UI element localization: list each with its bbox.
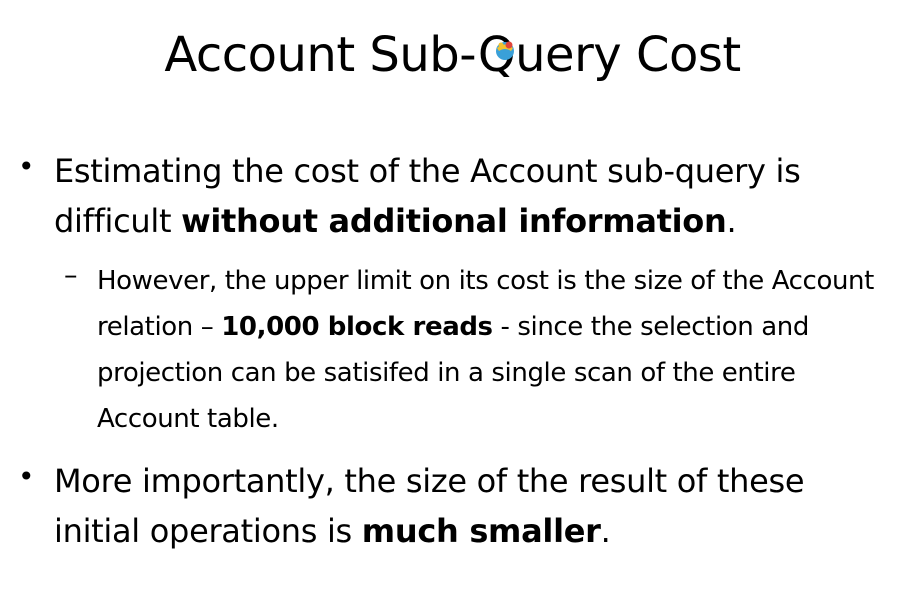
bullet-2-text-end: . <box>600 512 611 550</box>
bullet-marker: • <box>18 150 35 183</box>
title-wrap: Account Sub-Query Cost <box>164 25 741 85</box>
bullet-2-bold: much smaller <box>361 512 601 550</box>
bullet-2-text: More importantly, the size of the result… <box>54 456 884 556</box>
slide: Account Sub-Query Cost • Estimating the … <box>0 0 905 598</box>
bullet-marker: • <box>18 460 35 493</box>
sub-bullet-marker: – <box>64 260 78 291</box>
title-text: Account Sub-Query Cost <box>164 27 741 83</box>
bullet-1-bold: without additional information <box>181 202 727 240</box>
sub-bullet-1-bold: 10,000 block reads <box>221 312 493 342</box>
paint-bucket-icon <box>496 41 515 60</box>
bullet-1-text: Estimating the cost of the Account sub-q… <box>54 146 884 246</box>
slide-title: Account Sub-Query Cost <box>0 25 905 85</box>
sub-bullet-1-text: However, the upper limit on its cost is … <box>97 258 887 442</box>
bullet-1-text-end: . <box>726 202 737 240</box>
